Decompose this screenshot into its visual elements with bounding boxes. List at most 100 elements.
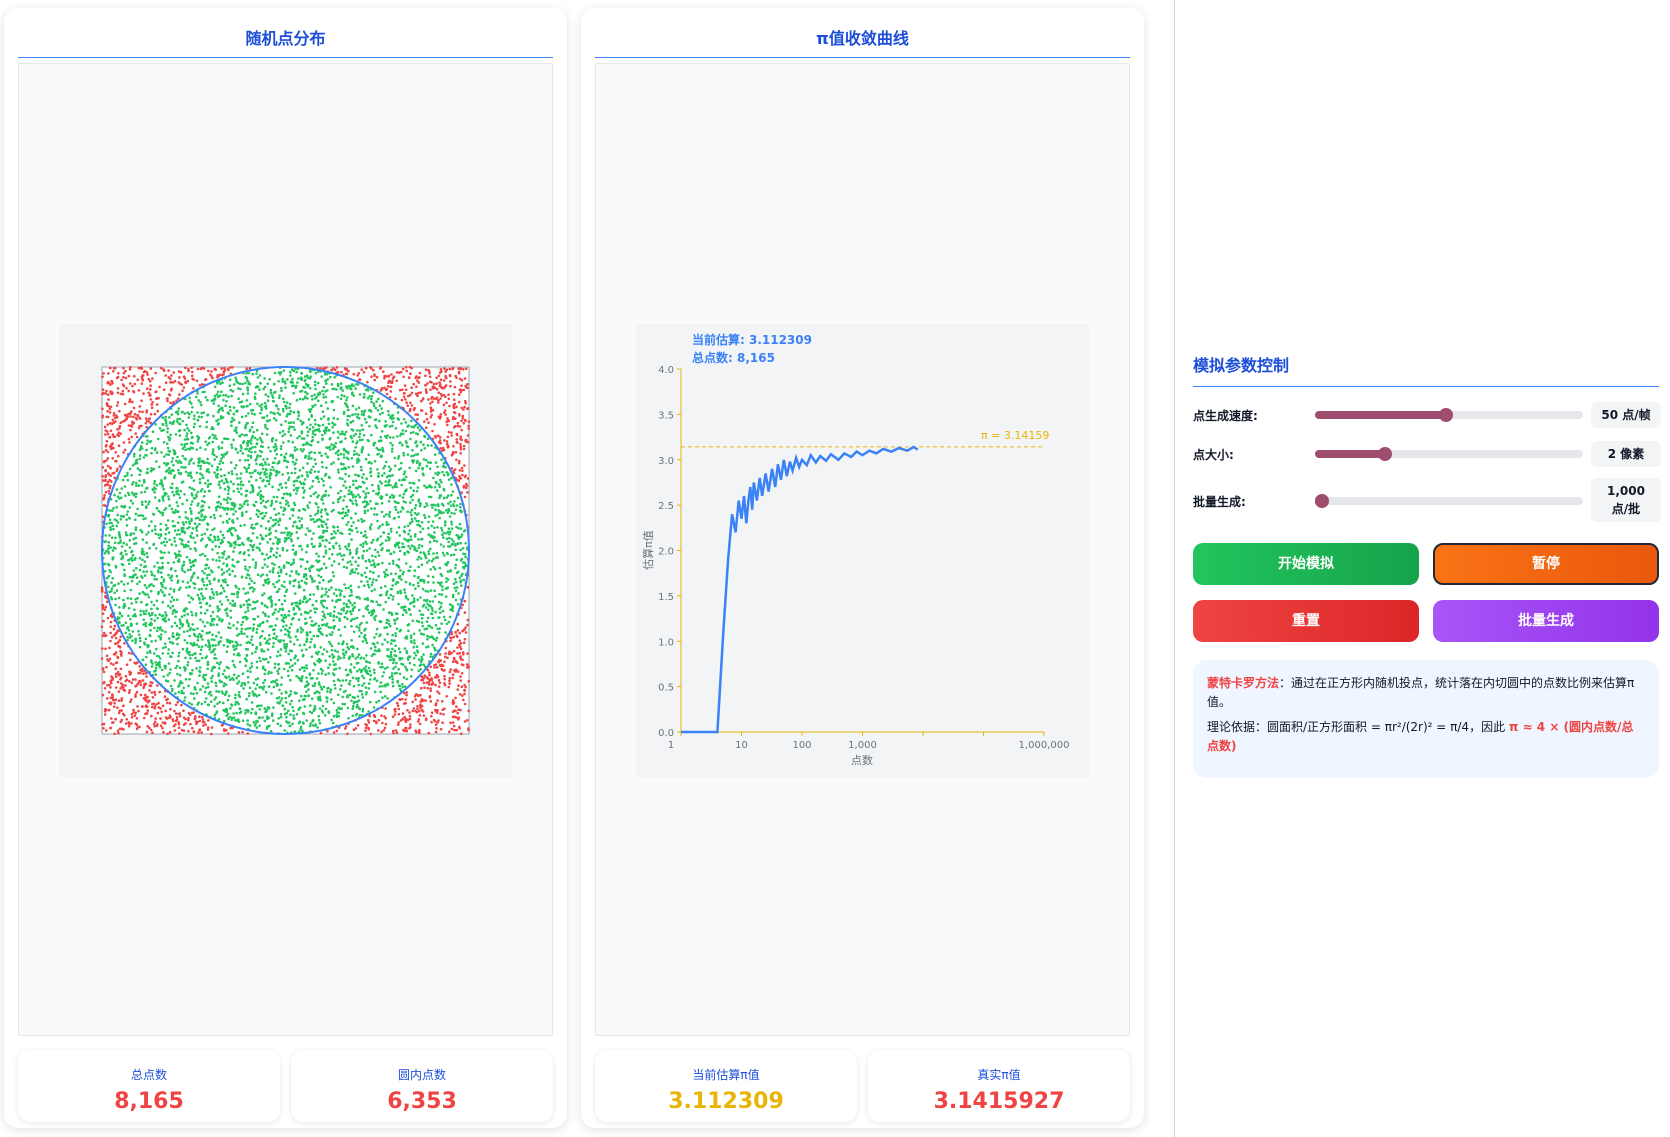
scatter-point [217,404,220,408]
scatter-point [161,591,164,594]
scatter-point [193,414,196,418]
scatter-point [442,488,446,492]
scatter-point [321,652,324,656]
scatter-point [250,442,253,445]
scatter-point [416,581,420,585]
scatter-point [353,617,356,621]
scatter-point [217,690,221,693]
scatter-point [151,662,154,665]
scatter-point [305,600,308,604]
scatter-point [279,639,283,642]
scatter-point [364,559,368,563]
scatter-point [433,453,437,456]
scatter-point [357,519,360,522]
scatter-point [198,670,202,673]
scatter-point [349,517,353,520]
scatter-point [336,395,340,399]
scatter-point [448,404,451,408]
scatter-point [338,544,341,548]
scatter-point [134,638,137,641]
scatter-point [130,549,134,553]
scatter-point [218,618,221,622]
scatter-point [452,392,456,396]
scatter-point [210,464,214,468]
scatter-point [217,445,220,449]
scatter-point [332,731,336,734]
scatter-point [197,461,200,464]
scatter-point [195,448,199,451]
scatter-point [134,557,137,560]
scatter-point [385,392,389,396]
scatter-point [183,412,187,415]
scatter-point [267,685,271,688]
scatter-point [151,611,154,615]
scatter-point [198,715,201,718]
scatter-point [166,446,170,450]
scatter-point [436,556,440,559]
scatter-point [147,531,150,534]
scatter-point [307,457,311,461]
scatter-point [418,629,422,632]
scatter-point [307,688,310,691]
scatter-point [372,404,376,408]
scatter-point [153,619,157,622]
scatter-point [134,518,137,521]
scatter-point [163,551,166,555]
scatter-point [348,679,352,683]
scatter-point [284,647,288,650]
scatter-point [451,673,455,676]
scatter-point [445,622,449,626]
scatter-point [232,678,235,682]
scatter-point [319,575,323,579]
scatter-point [201,718,205,721]
scatter-point [274,439,278,442]
scatter-point [339,452,343,456]
scatter-point [246,569,250,572]
scatter-point [225,400,228,403]
scatter-point [446,656,449,660]
scatter-point [384,434,387,438]
scatter-point [193,686,197,689]
scatter-point [455,705,458,708]
scatter-point [263,514,266,518]
scatter-point [404,388,408,392]
scatter-point [365,477,369,481]
scatter-point [227,492,230,496]
scatter-point [384,480,388,483]
scatter-point [278,607,282,611]
scatter-point [421,397,425,400]
scatter-point [199,467,202,471]
scatter-point [250,665,254,668]
scatter-point [102,631,106,635]
scatter-point [190,512,193,515]
scatter-point [216,501,219,504]
scatter-point [164,645,167,649]
scatter-point [117,582,120,585]
scatter-point [110,587,114,590]
scatter-point [233,546,236,549]
scatter-point [426,616,430,620]
scatter-point [178,376,181,379]
scatter-point [150,403,153,406]
scatter-point [259,533,262,537]
scatter-point [174,719,178,723]
scatter-point [233,665,237,669]
scatter-point [460,685,464,688]
scatter-point [234,696,237,700]
scatter-point [413,639,416,642]
scatter-point [442,713,445,716]
scatter-point [344,545,347,548]
scatter-point [421,527,425,531]
scatter-point [281,608,285,612]
scatter-point [186,641,189,645]
scatter-point [279,501,282,505]
scatter-point [207,470,211,474]
scatter-point [279,568,283,571]
scatter-point [375,721,378,725]
scatter-point [147,377,151,381]
scatter-point [174,433,178,436]
scatter-point [429,665,433,669]
scatter-point [178,515,181,519]
scatter-point [203,612,207,615]
scatter-point [283,540,287,543]
